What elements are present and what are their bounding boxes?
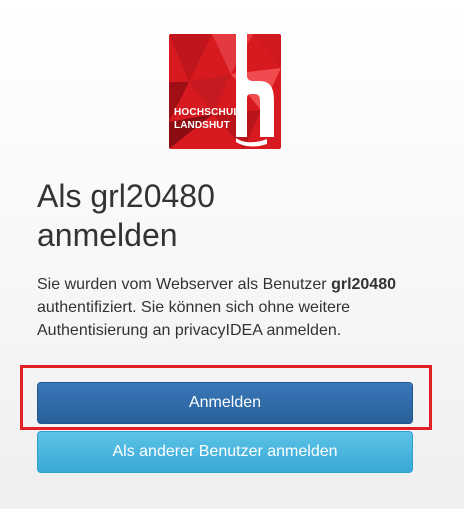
- authentication-message: Sie wurden vom Webserver als Benutzer gr…: [37, 273, 427, 342]
- authenticated-username: grl20480: [331, 276, 396, 293]
- page-title-line1: Als grl20480: [37, 178, 215, 214]
- logo-text-line2: LANDSHUT: [174, 120, 230, 131]
- message-suffix: authentifiziert. Sie können sich ohne we…: [37, 299, 351, 339]
- hochschule-landshut-logo: HOCHSCHULE LANDSHUT: [169, 34, 281, 149]
- page-title-line2: anmelden: [37, 217, 178, 253]
- login-button[interactable]: Anmelden: [37, 382, 413, 424]
- logo-text-line1: HOCHSCHULE: [174, 107, 247, 118]
- message-prefix: Sie wurden vom Webserver als Benutzer: [37, 276, 327, 293]
- logo-mark: [169, 34, 281, 149]
- login-as-other-user-button[interactable]: Als anderer Benutzer anmelden: [37, 431, 413, 473]
- page-title: Als grl20480 anmelden: [37, 177, 417, 255]
